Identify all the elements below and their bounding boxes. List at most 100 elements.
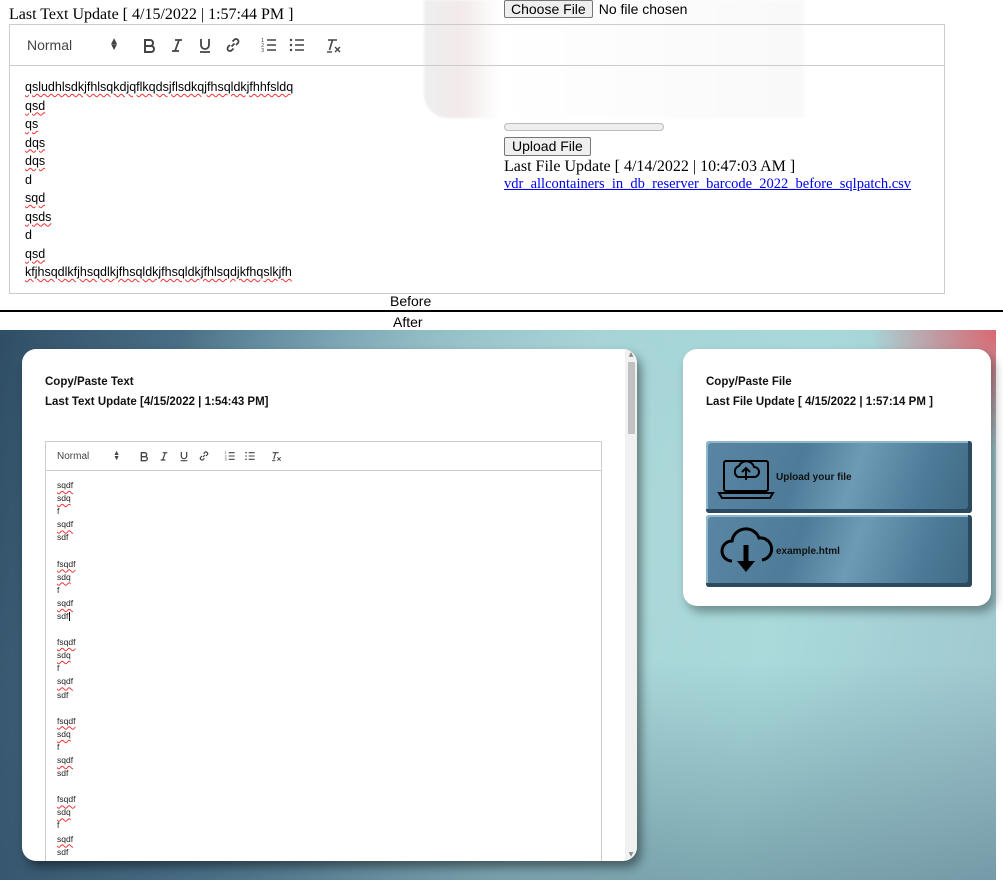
- editor-line: fsqdf: [57, 794, 76, 805]
- format-select-value: Normal: [57, 450, 90, 462]
- last-text-update: Last Text Update [ 4/15/2022 | 1:57:44 P…: [9, 6, 294, 23]
- upload-file-button[interactable]: Upload File: [504, 137, 591, 156]
- editor-line: sdf: [57, 689, 69, 700]
- format-select-value: Normal: [27, 37, 73, 53]
- copy-paste-text-card: Copy/Paste Text Last Text Update [4/15/2…: [22, 349, 637, 861]
- underline-icon: [180, 452, 188, 462]
- editor-line: sdf: [57, 768, 69, 779]
- laptop-cloud-upload-icon: [717, 460, 775, 499]
- rich-text-editor[interactable]: Normal ▲ ▼ 123 qsludhlsdkjfhlsqkdjqflkqds…: [9, 24, 945, 294]
- editor-toolbar: Normal ▲ ▼ 123: [46, 442, 601, 471]
- before-label: Before: [390, 293, 432, 309]
- editor-line: sqdf: [57, 833, 74, 844]
- download-file-label: example.html: [776, 545, 840, 557]
- select-arrows-icon: ▲ ▼: [109, 36, 119, 53]
- vertical-scrollbar[interactable]: ▲ ▼: [625, 349, 637, 861]
- rich-text-editor[interactable]: Normal ▲ ▼ 123 sqdf sdq f sqdf sdf fsqdf…: [45, 441, 602, 861]
- after-label: After: [393, 314, 423, 330]
- bullet-list-icon: [289, 38, 304, 52]
- ordered-list-button[interactable]: 123: [220, 447, 240, 465]
- bullet-list-button[interactable]: [240, 447, 260, 465]
- editor-line: sdq: [57, 728, 71, 739]
- editor-line: sdq: [57, 807, 71, 818]
- editor-line: sdf: [57, 610, 71, 622]
- editor-line: f: [57, 820, 60, 831]
- text-card-last-update: Last Text Update [4/15/2022 | 1:54:43 PM…: [45, 396, 269, 408]
- scroll-down-icon[interactable]: ▼: [627, 851, 635, 859]
- editor-line: qsds: [25, 209, 52, 224]
- scroll-thumb[interactable]: [628, 362, 635, 434]
- editor-line: f: [57, 741, 60, 752]
- cloud-download-icon: [720, 527, 774, 572]
- editor-line: f: [57, 506, 60, 517]
- italic-icon: [160, 452, 168, 461]
- link-icon: [226, 38, 240, 52]
- editor-line: fsqdf: [57, 558, 76, 569]
- last-file-update: Last File Update [ 4/14/2022 | 10:47:03 …: [504, 158, 796, 175]
- download-file-button[interactable]: example.html: [706, 515, 972, 587]
- scroll-up-icon[interactable]: ▲: [627, 351, 635, 359]
- editor-line: sqdf: [57, 519, 74, 530]
- link-icon: [199, 451, 209, 461]
- editor-line: sqdf: [57, 754, 74, 765]
- editor-line: qsd: [25, 246, 46, 261]
- editor-line: f: [57, 584, 60, 595]
- bold-icon: [144, 39, 155, 53]
- editor-line: dqs: [25, 135, 46, 150]
- ordered-list-icon: 123: [225, 451, 235, 462]
- upload-your-file-label: Upload your file: [776, 471, 852, 483]
- underline-button[interactable]: [191, 33, 219, 57]
- file-input[interactable]: Choose File No file chosen: [504, 0, 687, 18]
- file-download-link[interactable]: vdr_allcontainers_in_db_reserver_barcode…: [504, 176, 951, 193]
- divider: [0, 310, 1003, 312]
- link-button[interactable]: [219, 33, 247, 57]
- editor-content[interactable]: sqdf sdq f sqdf sdf fsqdf sdq f sqdf sdf…: [46, 471, 601, 861]
- bold-button[interactable]: [135, 33, 163, 57]
- copy-paste-file-card: Copy/Paste File Last File Update [ 4/15/…: [683, 349, 991, 606]
- editor-line: sdq: [57, 650, 71, 661]
- editor-line: f: [57, 663, 60, 674]
- editor-line: sqdf: [57, 597, 74, 608]
- format-select[interactable]: Normal ▲ ▼: [27, 36, 119, 54]
- clear-format-button[interactable]: [319, 33, 347, 57]
- file-card-title: Copy/Paste File: [706, 376, 792, 388]
- editor-line: sdf: [57, 532, 69, 543]
- bullet-list-button[interactable]: [283, 33, 311, 57]
- italic-button[interactable]: [154, 447, 174, 465]
- bullet-list-icon: [245, 451, 255, 461]
- format-select[interactable]: Normal ▲ ▼: [57, 450, 120, 462]
- editor-line: sdq: [57, 571, 71, 582]
- underline-icon: [200, 39, 210, 53]
- editor-line: fsqdf: [57, 715, 76, 726]
- choose-file-button[interactable]: Choose File: [504, 0, 593, 18]
- editor-line: qs: [25, 117, 39, 131]
- svg-text:3: 3: [261, 48, 264, 54]
- underline-button[interactable]: [174, 447, 194, 465]
- select-arrows-icon: ▲ ▼: [113, 450, 120, 462]
- upload-file-button[interactable]: Upload your file: [706, 441, 972, 513]
- text-cursor: [69, 612, 71, 622]
- bold-button[interactable]: [134, 447, 154, 465]
- ordered-list-button[interactable]: 123: [255, 33, 283, 57]
- editor-line: kfjhsqdlkfjhsqdlkjfhsqldkjfhsqldkjfhlsqd…: [25, 265, 292, 279]
- editor-line: sqdf: [57, 480, 74, 490]
- bold-icon: [140, 452, 148, 462]
- no-file-chosen-text: No file chosen: [598, 1, 688, 17]
- editor-line: sdf: [57, 846, 69, 857]
- italic-icon: [172, 39, 182, 52]
- svg-text:3: 3: [225, 458, 227, 462]
- editor-line: sqdf: [57, 676, 74, 687]
- editor-line: qsludhlsdkjfhlsqkdjqflkqdsjflsdkqjfhsqld…: [25, 80, 294, 94]
- text-card-title: Copy/Paste Text: [45, 376, 134, 388]
- editor-line: sdq: [57, 493, 71, 504]
- clear-format-icon: [327, 39, 341, 53]
- link-button[interactable]: [194, 447, 214, 465]
- editor-line: fsqdf: [57, 637, 76, 648]
- clear-format-button[interactable]: [266, 447, 286, 465]
- italic-button[interactable]: [163, 33, 191, 57]
- ordered-list-icon: 123: [261, 38, 276, 54]
